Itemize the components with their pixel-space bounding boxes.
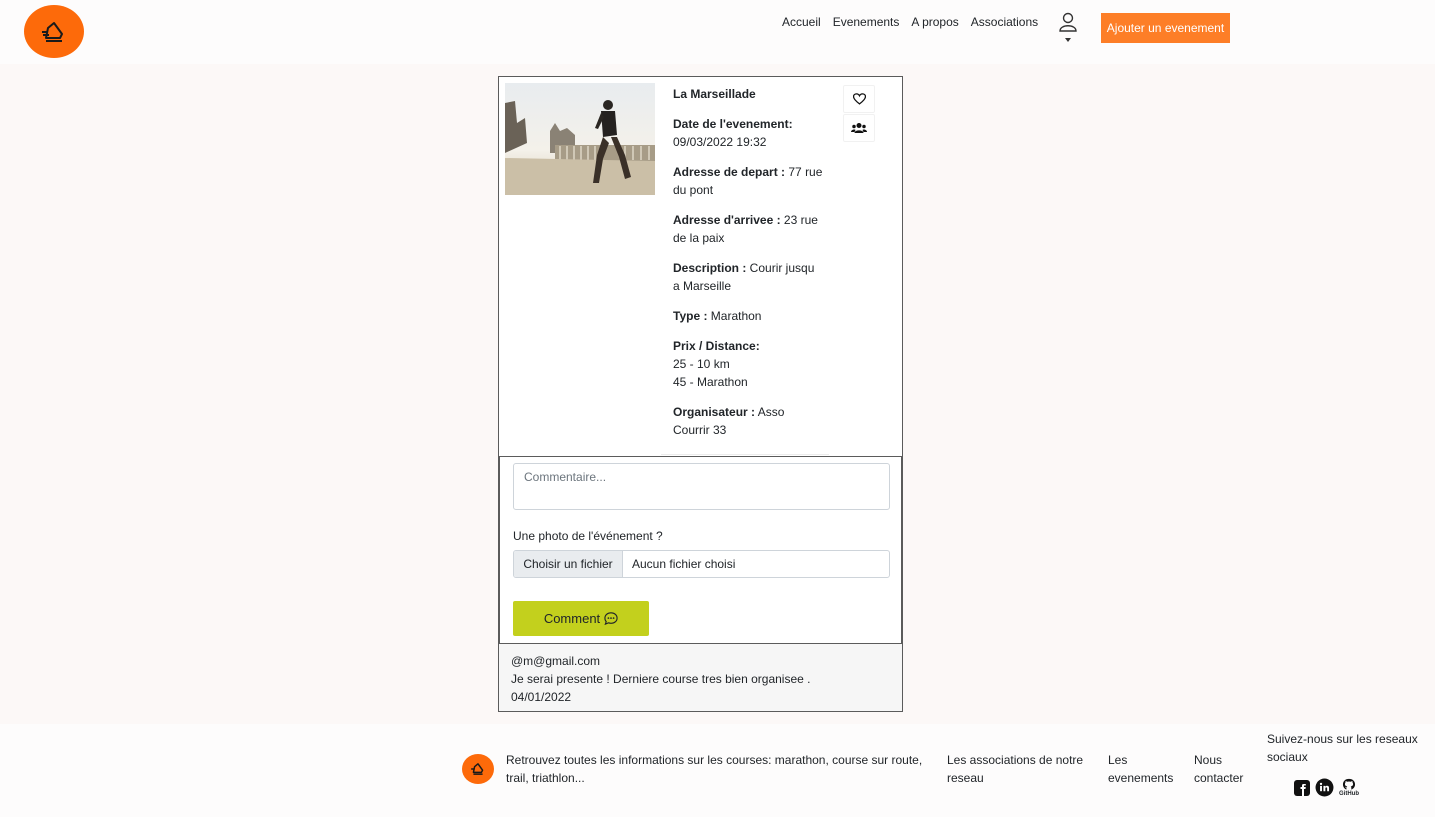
comment-form: Une photo de l'événement ? Choisir un fi…	[499, 456, 902, 644]
running-shoe-icon	[42, 21, 63, 42]
footer-logo[interactable]	[462, 754, 494, 784]
running-shoe-icon	[471, 763, 484, 775]
github-label: GitHub	[1339, 791, 1359, 797]
logo[interactable]	[24, 5, 84, 58]
photo-label: Une photo de l'événement ?	[513, 529, 663, 543]
footer-link-associations[interactable]: Les associations de notre reseau	[947, 751, 1097, 787]
comment-textarea[interactable]	[513, 463, 890, 510]
file-status: Aucun fichier choisi	[632, 557, 736, 571]
event-type: Type : Marathon	[673, 309, 762, 323]
add-event-button[interactable]: Ajouter un evenement	[1101, 13, 1230, 43]
event-start-address: Adresse de depart : 77 rue du pont	[673, 165, 823, 197]
footer: Retrouvez toutes les informations sur le…	[0, 724, 1435, 817]
footer-link-contact[interactable]: Nous contacter	[1194, 751, 1254, 787]
event-prices: Prix / Distance: 25 - 10 km 45 - Maratho…	[673, 339, 760, 389]
comment-author: @m@gmail.com	[511, 654, 601, 668]
github-link[interactable]: GitHub	[1338, 778, 1360, 797]
comment-submit-label: Comment	[543, 611, 601, 626]
price-item: 25 - 10 km	[673, 357, 730, 371]
comment-date: 04/01/2022	[511, 690, 572, 704]
event-end-address: Adresse d'arrivee : 23 rue de la paix	[673, 213, 818, 245]
event-title: La Marseillade	[673, 87, 756, 101]
event-photo	[505, 83, 655, 195]
comment-item: @m@gmail.com Je serai presente ! Dernier…	[499, 644, 902, 711]
nav-evenements[interactable]: Evenements	[833, 15, 900, 29]
nav-accueil[interactable]: Accueil	[782, 15, 821, 29]
main-nav: Accueil Evenements A propos Associations	[782, 15, 1038, 29]
participants-button[interactable]	[843, 114, 875, 142]
comment-submit-button[interactable]: Comment	[513, 601, 649, 636]
footer-tagline: Retrouvez toutes les informations sur le…	[506, 753, 923, 785]
github-icon	[1342, 778, 1356, 790]
event-organizer: Organisateur : Asso Courrir 33	[673, 405, 785, 437]
social-links: GitHub	[1293, 778, 1360, 797]
event-description: Description : Courir jusqu a Marseille	[673, 261, 815, 293]
linkedin-icon[interactable]	[1315, 778, 1334, 797]
price-item: 45 - Marathon	[673, 375, 748, 389]
favorite-button[interactable]	[843, 85, 875, 113]
social-title: Suivez-nous sur les reseaux sociaux	[1267, 732, 1418, 764]
photo-file-input[interactable]: Choisir un fichier Aucun fichier choisi	[513, 550, 890, 578]
event-date: Date de l'evenement: 09/03/2022 19:32	[673, 117, 793, 149]
comment-text: Je serai presente ! Derniere course tres…	[511, 672, 811, 686]
nav-associations[interactable]: Associations	[971, 15, 1038, 29]
caret-down-icon	[1065, 38, 1071, 42]
users-icon	[851, 123, 867, 133]
header: Accueil Evenements A propos Associations…	[0, 0, 1435, 64]
chat-dots-icon	[604, 612, 618, 625]
user-icon	[1059, 12, 1077, 32]
user-menu[interactable]	[1057, 12, 1079, 44]
event-card: La Marseillade Date de l'evenement: 09/0…	[498, 76, 903, 712]
nav-a-propos[interactable]: A propos	[911, 15, 958, 29]
footer-link-events[interactable]: Les evenements	[1108, 751, 1178, 787]
choose-file-button[interactable]: Choisir un fichier	[514, 551, 623, 577]
event-details: La Marseillade Date de l'evenement: 09/0…	[673, 85, 823, 451]
facebook-icon[interactable]	[1293, 779, 1311, 797]
divider	[661, 454, 829, 455]
heart-icon	[852, 93, 866, 105]
